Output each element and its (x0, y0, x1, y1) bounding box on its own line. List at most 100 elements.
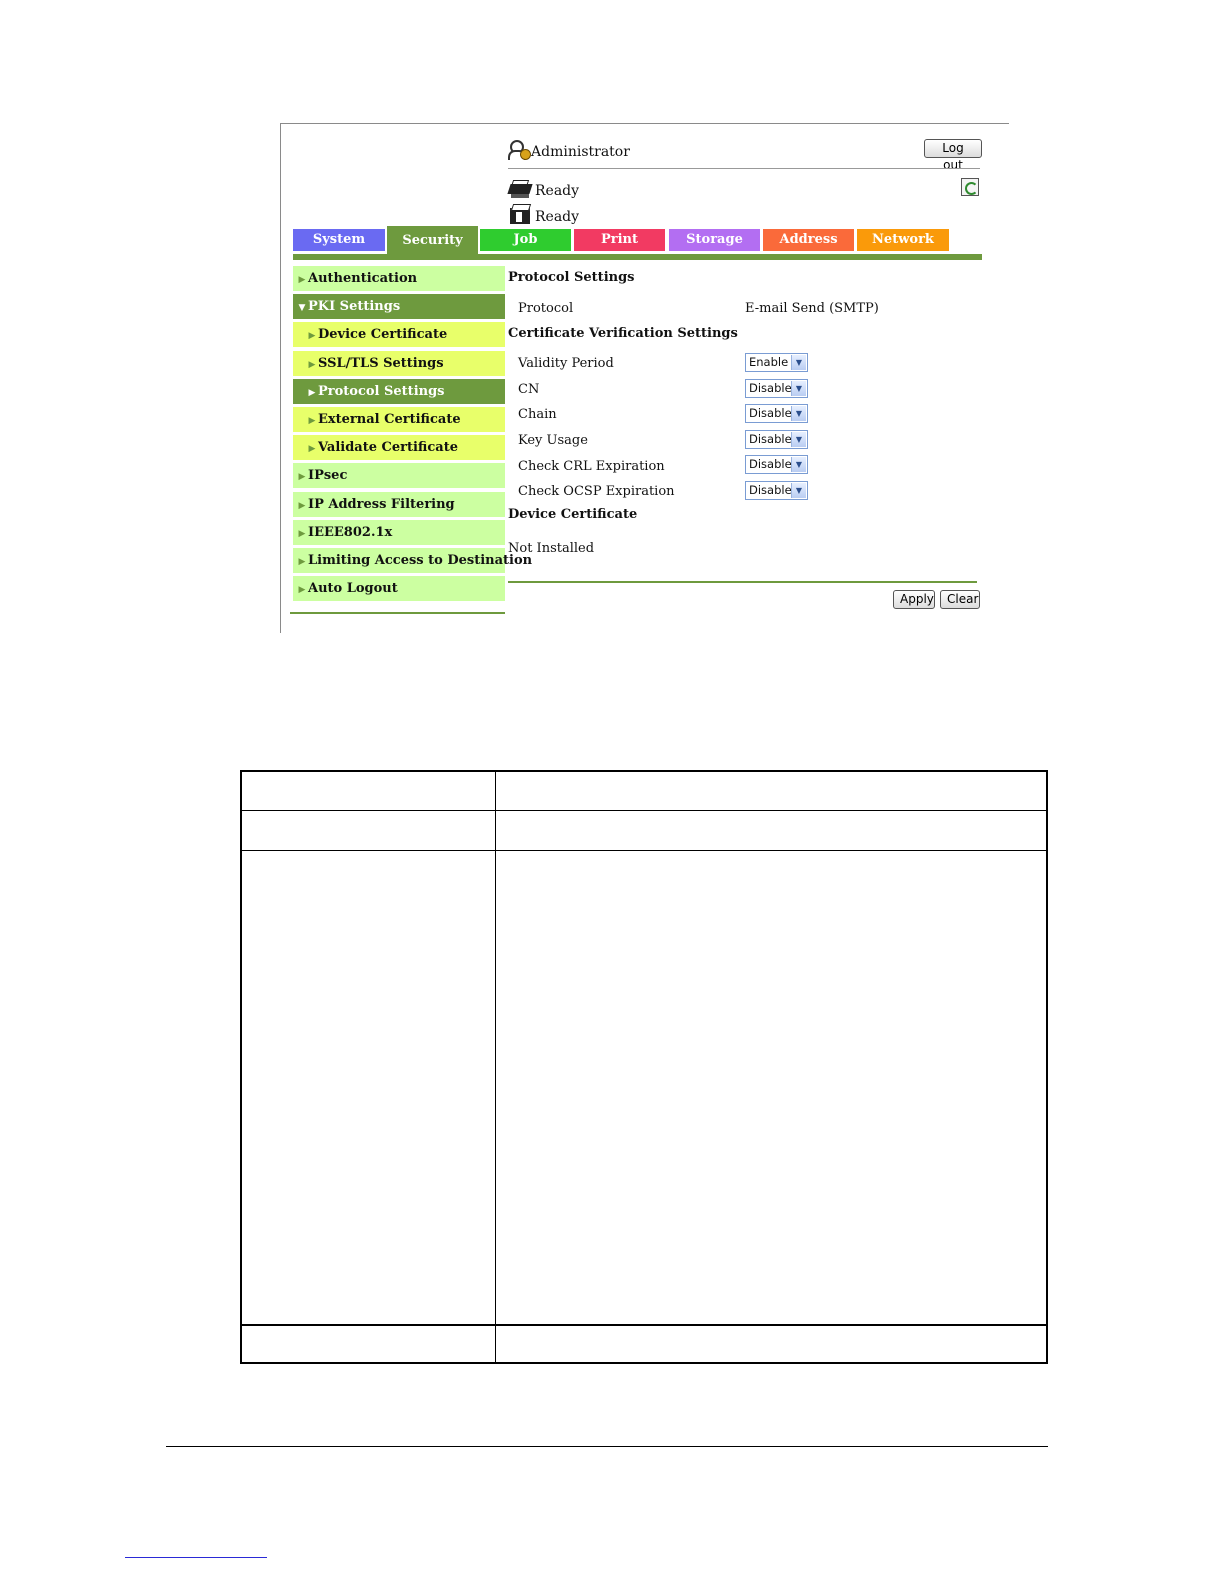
sidebar-item-label: SSL/TLS Settings (318, 355, 444, 371)
logout-button[interactable]: Log out (924, 139, 982, 172)
device-cert-title: Device Certificate (508, 507, 638, 522)
tab-network[interactable]: Network (857, 229, 949, 251)
check-crl-label: Check CRL Expiration (518, 459, 665, 474)
cn-label: CN (518, 382, 540, 397)
footer-link-underline[interactable] (125, 1557, 267, 1558)
scanner-status: Ready (508, 203, 579, 225)
sidebar-item-label: IEEE802.1x (308, 524, 393, 540)
sidebar-item-device-certificate[interactable]: ▶ Device Certificate (293, 322, 505, 348)
select-value: Disable (749, 432, 792, 446)
chevron-down-icon: ▼ (791, 406, 806, 421)
validity-period-label: Validity Period (518, 356, 614, 371)
content-bottom-rule (508, 581, 977, 583)
frame-border-left (280, 123, 281, 633)
web-ui-screenshot: Administrator Log out Ready Ready System… (280, 123, 1009, 633)
sidebar-item-label: Protocol Settings (318, 383, 445, 399)
select-value: Disable (749, 381, 792, 395)
sidebar-item-auto-logout[interactable]: ▶ Auto Logout (293, 576, 505, 602)
user-label: Administrator (531, 144, 630, 160)
apply-button[interactable]: Apply (893, 590, 935, 609)
device-cert-status: Not Installed (508, 541, 595, 556)
protocol-label: Protocol (518, 301, 574, 316)
sidebar-item-ieee8021x[interactable]: ▶ IEEE802.1x (293, 519, 505, 545)
scanner-status-text: Ready (535, 209, 580, 225)
table-row-divider (242, 1324, 1046, 1326)
sidebar-bottom-rule (290, 612, 505, 614)
tab-bar-underline (293, 254, 982, 260)
sidebar-item-label: IPsec (308, 468, 348, 484)
sidebar-item-label: Auto Logout (308, 581, 398, 597)
protocol-value: E-mail Send (SMTP) (745, 301, 879, 316)
cn-select[interactable]: Disable ▼ (745, 379, 808, 398)
sidebar-item-pki-settings[interactable]: ▼ PKI Settings (293, 294, 505, 320)
sidebar-item-external-certificate[interactable]: ▶ External Certificate (293, 406, 505, 432)
arrow-right-icon: ▶ (298, 472, 306, 483)
sidebar-item-label: Validate Certificate (318, 440, 458, 456)
tab-security[interactable]: Security (387, 226, 478, 256)
tab-system[interactable]: System (293, 229, 385, 251)
arrow-right-icon: ▶ (308, 359, 316, 370)
chain-select[interactable]: Disable ▼ (745, 404, 808, 423)
table-row-divider (242, 810, 1046, 811)
arrow-right-icon: ▶ (298, 585, 306, 596)
chain-label: Chain (518, 407, 557, 422)
sidebar-item-authentication[interactable]: ▶ Authentication (293, 266, 505, 291)
sidebar-item-label: PKI Settings (308, 299, 401, 315)
tab-storage[interactable]: Storage (669, 229, 760, 251)
sidebar: ▶ Authentication ▼ PKI Settings ▶ Device Ce… (293, 266, 532, 604)
tab-print[interactable]: Print (574, 229, 665, 251)
check-ocsp-select[interactable]: Disable ▼ (745, 481, 808, 500)
sidebar-item-validate-certificate[interactable]: ▶ Validate Certificate (293, 435, 505, 461)
printer-status: Ready (507, 179, 580, 199)
cert-verification-title: Certificate Verification Settings (508, 326, 738, 341)
chevron-down-icon: ▼ (791, 355, 806, 370)
chevron-down-icon: ▼ (791, 432, 806, 447)
clear-button[interactable]: Clear (940, 590, 980, 609)
validity-period-select[interactable]: Enable ▼ (745, 353, 808, 372)
arrow-right-icon: ▶ (298, 275, 306, 285)
table-column-divider (495, 772, 496, 1362)
arrow-right-icon: ▶ (308, 331, 316, 342)
arrow-right-icon: ▶ (308, 415, 316, 426)
arrow-right-icon: ▶ (308, 387, 316, 398)
sidebar-item-ssl-tls-settings[interactable]: ▶ SSL/TLS Settings (293, 350, 505, 376)
page-title: Protocol Settings (508, 270, 635, 285)
check-ocsp-label: Check OCSP Expiration (518, 484, 675, 499)
arrow-right-icon: ▶ (298, 528, 306, 539)
frame-border-top (280, 123, 1009, 124)
chevron-down-icon: ▼ (791, 457, 806, 472)
tab-job[interactable]: Job (480, 229, 571, 251)
select-value: Enable (749, 355, 789, 369)
key-usage-select[interactable]: Disable ▼ (745, 430, 808, 449)
sidebar-item-label: Authentication (308, 271, 418, 286)
sidebar-item-ip-address-filtering[interactable]: ▶ IP Address Filtering (293, 491, 505, 517)
sidebar-item-label: External Certificate (318, 411, 461, 427)
key-usage-label: Key Usage (518, 433, 588, 448)
sidebar-item-label: IP Address Filtering (308, 496, 455, 512)
refresh-icon[interactable] (961, 178, 979, 196)
scanner-icon (508, 203, 534, 225)
select-value: Disable (749, 406, 792, 420)
chevron-down-icon: ▼ (791, 483, 806, 498)
check-crl-select[interactable]: Disable ▼ (745, 455, 808, 474)
header-divider (508, 168, 980, 169)
table-row-divider (242, 850, 1046, 851)
sidebar-item-ipsec[interactable]: ▶ IPsec (293, 463, 505, 489)
description-table (240, 770, 1048, 1364)
tab-address[interactable]: Address (763, 229, 854, 251)
sidebar-item-protocol-settings[interactable]: ▶ Protocol Settings (293, 378, 505, 404)
chevron-down-icon: ▼ (791, 381, 806, 396)
select-value: Disable (749, 457, 792, 471)
printer-status-text: Ready (535, 183, 580, 199)
printer-icon (507, 179, 534, 199)
arrow-right-icon: ▶ (308, 444, 316, 455)
arrow-right-icon: ▶ (298, 556, 306, 567)
sidebar-item-label: Device Certificate (318, 327, 448, 343)
sidebar-item-label: Limiting Access to Destination (308, 552, 533, 568)
arrow-down-icon: ▼ (298, 303, 306, 314)
arrow-right-icon: ▶ (298, 500, 306, 511)
sidebar-item-limiting-access[interactable]: ▶ Limiting Access to Destination (293, 547, 532, 573)
administrator-icon (508, 140, 531, 160)
user-info: Administrator (508, 140, 630, 160)
footer-rule (166, 1446, 1048, 1447)
